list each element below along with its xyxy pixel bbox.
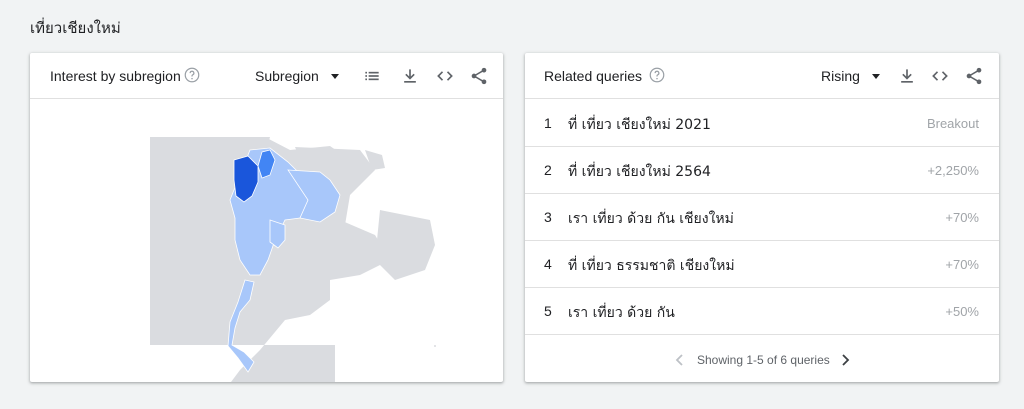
map-island (434, 345, 436, 347)
embed-code-icon[interactable] (435, 66, 455, 86)
caret-down-icon[interactable] (871, 71, 881, 81)
query-row[interactable]: 5 เรา เที่ยว ด้วย กัน +50% (525, 288, 999, 335)
query-value: +70% (945, 257, 979, 272)
query-value: +70% (945, 210, 979, 225)
embed-code-icon[interactable] (930, 66, 950, 86)
share-icon[interactable] (964, 66, 984, 86)
pagination-text: Showing 1-5 of 6 queries (697, 353, 830, 367)
query-value: +2,250% (927, 163, 979, 178)
list-icon[interactable] (362, 66, 382, 86)
query-row[interactable]: 4 ที่ เที่ยว ธรรมชาติ เชียงใหม่ +70% (525, 241, 999, 288)
help-icon[interactable] (648, 66, 666, 84)
query-rank: 4 (544, 256, 552, 272)
pagination: Showing 1-5 of 6 queries (525, 350, 999, 370)
chevron-left-icon[interactable] (673, 353, 687, 367)
subregion-dropdown[interactable]: Subregion (255, 68, 319, 84)
share-icon[interactable] (469, 66, 489, 86)
card-header: Interest by subregion Subregion (30, 53, 503, 99)
rising-dropdown[interactable]: Rising (821, 68, 860, 84)
help-icon[interactable] (183, 66, 201, 84)
related-queries-card: Related queries Rising 1 ที่ เที่ยว เชีย… (525, 53, 999, 382)
query-text[interactable]: ที่ เที่ยว เชียงใหม่ 2564 (568, 161, 711, 183)
query-text[interactable]: เรา เที่ยว ด้วย กัน เชียงใหม่ (568, 208, 734, 230)
query-rank: 3 (544, 209, 552, 225)
chevron-right-icon[interactable] (838, 353, 852, 367)
query-text[interactable]: เรา เที่ยว ด้วย กัน (568, 302, 675, 324)
query-text[interactable]: ที่ เที่ยว ธรรมชาติ เชียงใหม่ (568, 255, 735, 277)
query-rank: 5 (544, 303, 552, 319)
query-row[interactable]: 2 ที่ เที่ยว เชียงใหม่ 2564 +2,250% (525, 147, 999, 194)
caret-down-icon[interactable] (330, 71, 340, 81)
query-value: +50% (945, 304, 979, 319)
card-header: Related queries Rising (525, 53, 999, 99)
page-title: เที่ยวเชียงใหม่ (30, 19, 121, 37)
query-value: Breakout (926, 116, 979, 131)
query-text[interactable]: ที่ เที่ยว เชียงใหม่ 2021 (568, 114, 711, 136)
download-icon[interactable] (400, 66, 420, 86)
query-row[interactable]: 3 เรา เที่ยว ด้วย กัน เชียงใหม่ +70% (525, 194, 999, 241)
download-icon[interactable] (897, 66, 917, 86)
query-rank: 1 (544, 115, 552, 131)
interest-by-subregion-card: Interest by subregion Subregion (30, 53, 503, 382)
card-title: Related queries (544, 68, 643, 84)
card-title: Interest by subregion (50, 68, 181, 84)
query-rank: 2 (544, 162, 552, 178)
map-land-south-east (375, 210, 435, 280)
query-row[interactable]: 1 ที่ เที่ยว เชียงใหม่ 2021 Breakout (525, 100, 999, 147)
subregion-map[interactable] (30, 100, 503, 382)
